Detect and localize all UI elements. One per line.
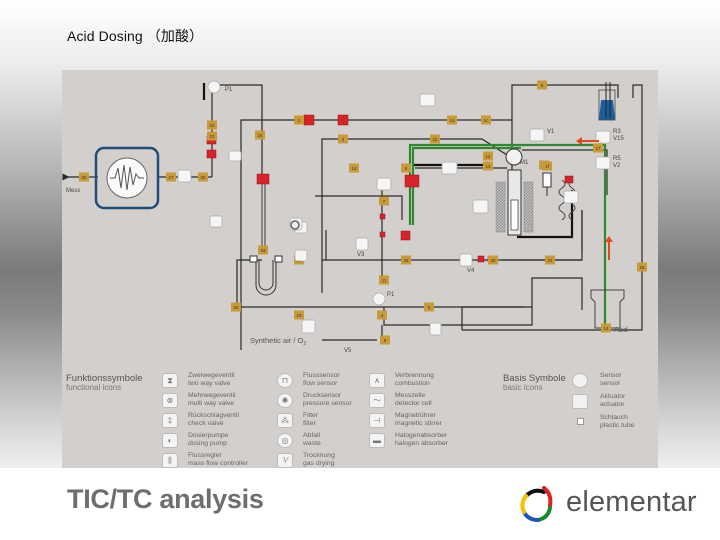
tube-tag-number: 1a	[449, 118, 455, 123]
u-tube-coil	[249, 255, 283, 296]
multi-way-valve-icon: ⊗	[162, 393, 178, 408]
gas-lines	[62, 84, 643, 350]
tube-tag-number: 15	[639, 265, 645, 270]
footer-title: TIC/TC analysis	[67, 484, 264, 514]
legend-item-label: Schlauch plastic tube	[600, 414, 635, 429]
tube-tag-number: 1d	[351, 166, 357, 171]
tube-tag-number: 28	[81, 175, 87, 180]
tube-tag-number: 23	[547, 258, 553, 263]
tube-tag-number: 11	[382, 278, 387, 283]
acid-label: Acid	[614, 327, 628, 334]
tube-tag-number: 1c	[484, 118, 490, 123]
legend-item-label: Sensor sensor	[600, 372, 622, 387]
tube-tag-number: 22	[209, 123, 215, 128]
tube-tag-number: 25	[200, 175, 206, 180]
synthetic-air-label: Synthetic air / O2	[250, 336, 306, 347]
check-valve-icon: ‡	[162, 413, 178, 428]
svg-text:Synthetic air / O2: Synthetic air / O2	[250, 336, 306, 347]
detector-cell	[94, 146, 160, 210]
mess-label: Mess	[66, 188, 80, 194]
legend-item-label: Dosierpumpe dosing pump	[188, 432, 229, 447]
tube-tag-number: 14	[603, 326, 609, 331]
legend-item-label: Zweiwegeventil two way valve	[188, 372, 235, 387]
tube-tag-number: 21	[209, 134, 215, 139]
legend-item-label: Abfall waste	[303, 432, 321, 447]
gas-drying-icon: ⅟	[277, 453, 293, 468]
v2-label: V2	[613, 163, 621, 169]
elementar-logo: elementar	[514, 482, 704, 528]
tube-tag-number: 12	[485, 154, 491, 159]
legend-item-label: Flussregler mass flow controller	[188, 452, 249, 467]
flow-sensor-icon: ⊓	[277, 373, 293, 388]
legend-item-label: Rückschlagventil check valve	[188, 412, 239, 427]
mass-flow-controller-icon: ⫼	[162, 453, 178, 468]
tube-tag-number: 32	[490, 258, 496, 263]
pressure-sensor-icon: ✺	[277, 393, 293, 408]
legend-item-label: Drucksensor pressure sensor	[303, 392, 352, 407]
legend-basic-header: Basis Symbole basic icons	[503, 373, 566, 393]
tube-tag-number: 1b	[432, 137, 438, 142]
legend-item-label: Flusssensor flow sensor	[303, 372, 340, 387]
legend-item-label: Filter filter	[303, 412, 319, 427]
acid-reservoir	[598, 82, 616, 121]
flow-diagram-panel: Acid 282725212224231a1b1c1d1e1f121314151…	[62, 70, 658, 468]
v5-label: V5	[344, 348, 352, 354]
syringe-pump	[542, 172, 552, 196]
tube-tag-number: 35	[403, 258, 409, 263]
legend-item-label: Trocknung gas drying	[303, 452, 335, 467]
tube-tag-number: 16	[296, 313, 302, 318]
plastic-tube-icon	[577, 418, 584, 425]
magnetic-stirrer-icon: ⊣	[369, 413, 385, 428]
sensor-icon	[572, 373, 588, 388]
v1-label: V1	[547, 129, 555, 135]
two-way-valve-icon: ⧗	[162, 373, 178, 388]
tube-tag-number: 27	[168, 175, 174, 180]
legend-item-label: Messzelle detector cell	[395, 392, 432, 407]
r5-label: R5	[613, 156, 621, 162]
legend-functional-header: Funktionssymbole functional icons	[66, 373, 143, 393]
tube-tag-number: 33	[260, 248, 266, 253]
legend-item-label: Magnetrührer magnetic stirrer	[395, 412, 442, 427]
dosing-pump-icon: ◐	[162, 433, 178, 448]
v4-label: V4	[467, 268, 475, 274]
logo-text: elementar	[566, 486, 697, 518]
v15-label: V15	[613, 136, 624, 142]
actuator-icon	[572, 394, 588, 409]
legend-item-label: Verbrennung combustion	[395, 372, 434, 387]
detector-cell-icon: 〜	[369, 393, 385, 408]
slide-title: Acid Dosing （加酸）	[67, 28, 204, 44]
waste-icon: ◎	[277, 433, 293, 448]
diagram-labels: Mess P1 P1 M1 V1 V3 V4 V5 R3 V15 R5 V2	[66, 87, 624, 354]
halogen-absorber-icon: ▬	[369, 433, 385, 448]
logo-swirl-icon	[520, 486, 553, 522]
v3-label: V3	[357, 252, 365, 258]
legend-item-label: Aktuator actuator	[600, 393, 626, 408]
flow-diagram: Acid 282725212224231a1b1c1d1e1f121314151…	[62, 80, 647, 354]
m1-label: M1	[520, 160, 529, 166]
flow-p1-label: P1	[387, 292, 395, 298]
tube-tag-number: 34	[233, 305, 239, 310]
synthetic-air-subscript: 2	[303, 341, 306, 347]
synthetic-air-text: Synthetic air / O	[250, 336, 304, 345]
combustion-icon: ∧	[369, 373, 385, 388]
tube-tag-number: 17	[595, 146, 601, 151]
legend-item-label: Mehrwegeventil multi way valve	[188, 392, 236, 407]
r3-label: R3	[613, 129, 621, 135]
legend-functional-subtitle: functional icons	[66, 383, 122, 392]
filter-icon: ⁂	[277, 413, 293, 428]
legend-item-label: Halogenabsorber halogen absorber	[395, 432, 448, 447]
tube-tag-number: 24	[257, 133, 263, 138]
tube-tag-number: 13	[485, 164, 491, 169]
p1-label: P1	[225, 87, 233, 93]
legend-basic-subtitle: basic icons	[503, 383, 543, 392]
